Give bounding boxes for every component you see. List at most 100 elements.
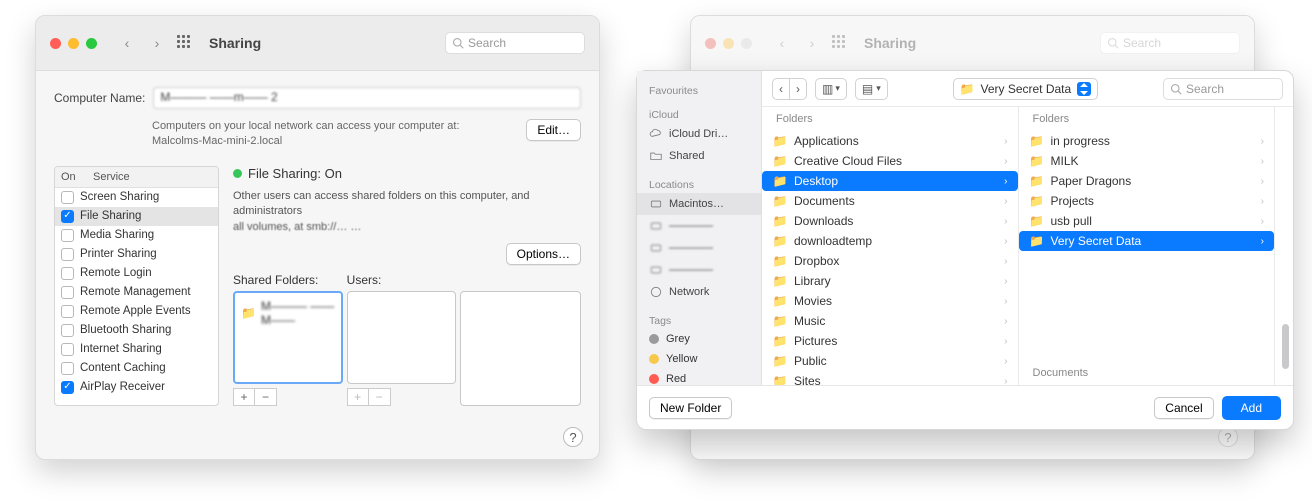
service-row-airplay-receiver[interactable]: AirPlay Receiver bbox=[55, 378, 218, 397]
back-button[interactable]: ‹ bbox=[117, 33, 137, 53]
tag-grey[interactable]: Grey bbox=[637, 329, 761, 349]
folder-library[interactable]: 📁Library› bbox=[762, 271, 1018, 291]
chevron-right-icon: › bbox=[1004, 376, 1007, 386]
tag-yellow[interactable]: Yellow bbox=[637, 349, 761, 369]
minimize-icon[interactable] bbox=[68, 38, 79, 49]
service-checkbox[interactable] bbox=[61, 286, 74, 299]
sidebar-item-network[interactable]: Network bbox=[637, 281, 761, 303]
sidebar-item-loc4[interactable]: ———— bbox=[637, 259, 761, 281]
folder-downloads[interactable]: 📁Downloads› bbox=[762, 211, 1018, 231]
service-checkbox[interactable] bbox=[61, 362, 74, 375]
globe-icon bbox=[649, 285, 663, 299]
picker-search[interactable]: Search bbox=[1163, 78, 1283, 100]
folder-movies[interactable]: 📁Movies› bbox=[762, 291, 1018, 311]
folder-milk[interactable]: 📁MILK› bbox=[1019, 151, 1275, 171]
folder-desktop[interactable]: 📁Desktop› bbox=[762, 171, 1018, 191]
service-checkbox[interactable] bbox=[61, 267, 74, 280]
service-row-remote-apple-events[interactable]: Remote Apple Events bbox=[55, 302, 218, 321]
folder-applications[interactable]: 📁Applications› bbox=[762, 131, 1018, 151]
nav-segment[interactable]: ‹ › bbox=[772, 78, 807, 100]
service-row-content-caching[interactable]: Content Caching bbox=[55, 359, 218, 378]
sidebar-item-loc2[interactable]: ———— bbox=[637, 215, 761, 237]
columns-icon: ▥ bbox=[822, 82, 832, 96]
folder-in-progress[interactable]: 📁in progress› bbox=[1019, 131, 1275, 151]
folder-very-secret-data[interactable]: 📁Very Secret Data› bbox=[1019, 231, 1275, 251]
forward-button[interactable]: › bbox=[147, 33, 167, 53]
sidebar-item-shared[interactable]: Shared bbox=[637, 145, 761, 167]
service-row-remote-login[interactable]: Remote Login bbox=[55, 264, 218, 283]
service-name: Printer Sharing bbox=[80, 248, 157, 260]
service-row-internet-sharing[interactable]: Internet Sharing bbox=[55, 340, 218, 359]
column-1[interactable]: Folders 📁Applications›📁Creative Cloud Fi… bbox=[762, 107, 1019, 385]
users-list[interactable] bbox=[347, 291, 457, 384]
folder-music[interactable]: 📁Music› bbox=[762, 311, 1018, 331]
remove-shared-folder-button[interactable]: − bbox=[255, 388, 277, 406]
apps-grid-icon[interactable] bbox=[177, 35, 193, 51]
service-row-printer-sharing[interactable]: Printer Sharing bbox=[55, 245, 218, 264]
service-checkbox[interactable] bbox=[61, 248, 74, 261]
service-checkbox[interactable] bbox=[61, 324, 74, 337]
traffic-lights[interactable] bbox=[50, 38, 97, 49]
service-checkbox[interactable] bbox=[61, 381, 74, 394]
zoom-icon[interactable] bbox=[86, 38, 97, 49]
service-checkbox[interactable] bbox=[61, 191, 74, 204]
close-icon[interactable] bbox=[50, 38, 61, 49]
shared-folder-name: M——— ——M—— bbox=[261, 299, 335, 327]
column-2[interactable]: Folders 📁in progress›📁MILK›📁Paper Dragon… bbox=[1019, 107, 1276, 385]
folder-sites[interactable]: 📁Sites› bbox=[762, 371, 1018, 385]
group-button[interactable]: ▤▾ bbox=[855, 78, 888, 100]
folder-projects[interactable]: 📁Projects› bbox=[1019, 191, 1275, 211]
edit-button[interactable]: Edit… bbox=[526, 119, 581, 141]
search-field[interactable]: Search bbox=[445, 32, 585, 54]
close-icon[interactable] bbox=[705, 38, 716, 49]
options-button[interactable]: Options… bbox=[506, 243, 581, 265]
search-field: Search bbox=[1100, 32, 1240, 54]
stepper-icon bbox=[1077, 82, 1091, 96]
picker-sidebar[interactable]: Favourites iCloud iCloud Dri… Shared Loc… bbox=[637, 71, 762, 385]
service-checkbox[interactable] bbox=[61, 305, 74, 318]
folder-usb-pull[interactable]: 📁usb pull› bbox=[1019, 211, 1275, 231]
view-columns-button[interactable]: ▥▾ bbox=[815, 78, 847, 100]
new-folder-button[interactable]: New Folder bbox=[649, 397, 732, 419]
folder-icon: 📁 bbox=[772, 194, 788, 208]
scrollbar[interactable] bbox=[1281, 141, 1291, 369]
service-row-remote-management[interactable]: Remote Management bbox=[55, 283, 218, 302]
computer-name-field[interactable]: M——— ——m—— 2 bbox=[153, 87, 581, 109]
back-button[interactable]: ‹ bbox=[772, 78, 790, 100]
service-checkbox[interactable] bbox=[61, 343, 74, 356]
service-row-file-sharing[interactable]: File Sharing bbox=[55, 207, 218, 226]
service-checkbox[interactable] bbox=[61, 229, 74, 242]
disk-icon bbox=[649, 197, 663, 211]
sidebar-item-loc3[interactable]: ———— bbox=[637, 237, 761, 259]
tag-red[interactable]: Red bbox=[637, 369, 761, 385]
sidebar-item-iclouddrive[interactable]: iCloud Dri… bbox=[637, 123, 761, 145]
minimize-icon[interactable] bbox=[723, 38, 734, 49]
service-name: Remote Login bbox=[80, 267, 152, 279]
folder-public[interactable]: 📁Public› bbox=[762, 351, 1018, 371]
help-button[interactable]: ? bbox=[1218, 427, 1238, 447]
folder-creative-cloud-files[interactable]: 📁Creative Cloud Files› bbox=[762, 151, 1018, 171]
folder-documents[interactable]: 📁Documents› bbox=[762, 191, 1018, 211]
folder-dropbox[interactable]: 📁Dropbox› bbox=[762, 251, 1018, 271]
cancel-button[interactable]: Cancel bbox=[1154, 397, 1213, 419]
services-table[interactable]: On Service Screen SharingFile SharingMed… bbox=[54, 166, 219, 406]
window-title: Sharing bbox=[864, 35, 916, 51]
scroll-thumb[interactable] bbox=[1282, 324, 1289, 369]
path-popup[interactable]: 📁 Very Secret Data bbox=[953, 78, 1099, 100]
folder-downloadtemp[interactable]: 📁downloadtemp› bbox=[762, 231, 1018, 251]
add-shared-folder-button[interactable]: + bbox=[233, 388, 255, 406]
shared-folders-label: Shared Folders: bbox=[233, 273, 343, 287]
help-button[interactable]: ? bbox=[563, 427, 583, 447]
shared-folders-list[interactable]: 📁 M——— ——M—— bbox=[233, 291, 343, 384]
service-row-screen-sharing[interactable]: Screen Sharing bbox=[55, 188, 218, 207]
folder-paper-dragons[interactable]: 📁Paper Dragons› bbox=[1019, 171, 1275, 191]
service-row-bluetooth-sharing[interactable]: Bluetooth Sharing bbox=[55, 321, 218, 340]
add-button[interactable]: Add bbox=[1222, 396, 1281, 420]
shared-folder-item[interactable]: 📁 M——— ——M—— bbox=[235, 293, 341, 329]
permissions-list[interactable] bbox=[460, 291, 581, 406]
folder-pictures[interactable]: 📁Pictures› bbox=[762, 331, 1018, 351]
sidebar-item-macintosh[interactable]: Macintos… bbox=[637, 193, 761, 215]
service-checkbox[interactable] bbox=[61, 210, 74, 223]
service-row-media-sharing[interactable]: Media Sharing bbox=[55, 226, 218, 245]
forward-button[interactable]: › bbox=[790, 78, 807, 100]
